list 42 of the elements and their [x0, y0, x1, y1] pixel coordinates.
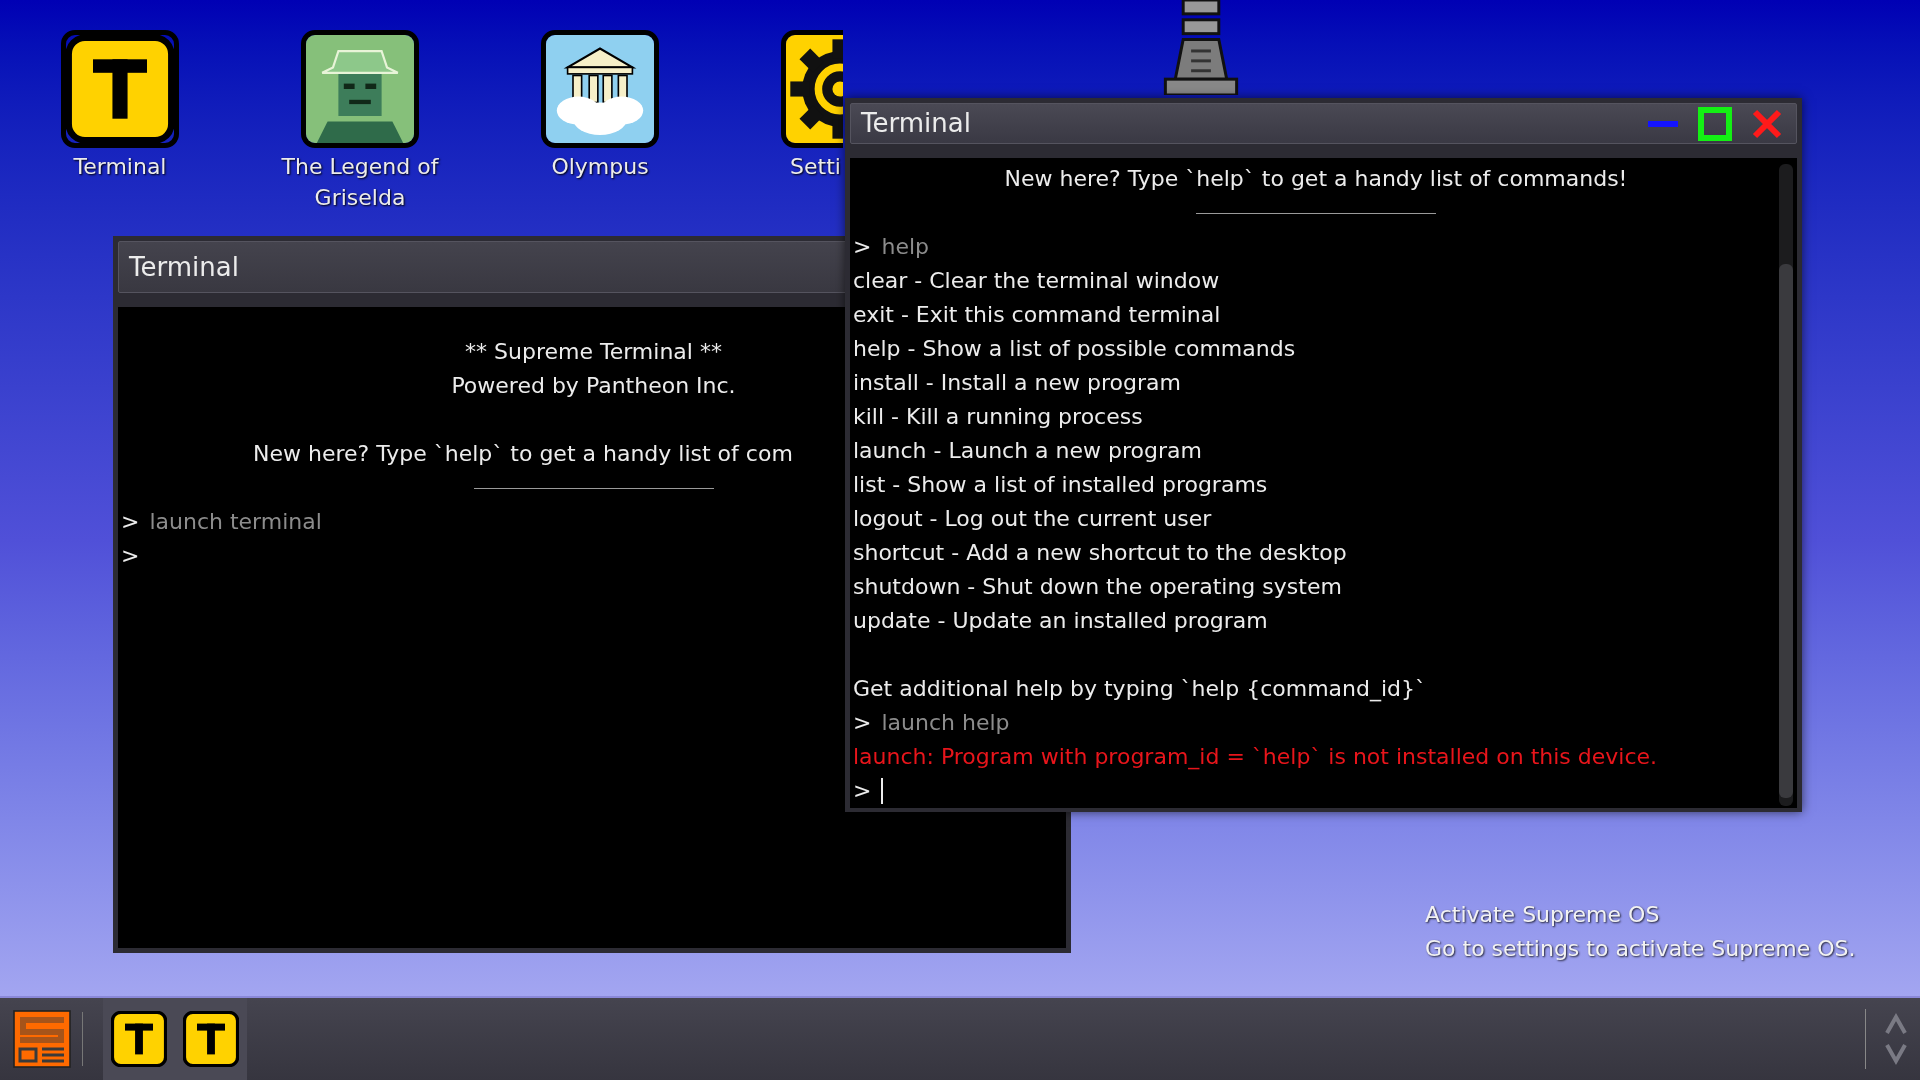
- window-title: Terminal: [861, 107, 971, 140]
- terminal-text: ** Supreme Terminal **: [465, 338, 722, 366]
- terminal-text: help - Show a list of possible commands: [853, 335, 1297, 363]
- desktop-icon-label[interactable]: Setti: [720, 151, 841, 182]
- command-text: launch help: [881, 709, 1010, 737]
- prompt-symbol: >: [853, 233, 872, 261]
- desktop-icon-label[interactable]: Olympus: [500, 151, 700, 182]
- activation-notice-text: Go to settings to activate Supreme OS.: [1425, 935, 1856, 963]
- terminal-text: exit - Exit this command terminal: [853, 301, 1222, 329]
- os-logo-icon[interactable]: [12, 1009, 72, 1069]
- terminal-text: logout - Log out the current user: [853, 505, 1213, 533]
- terminal-text: Get additional help by typing `help {command_id}`: [853, 675, 1428, 704]
- terminal-text: update - Update an installed program: [853, 607, 1269, 635]
- terminal-text: list - Show a list of installed programs: [853, 471, 1269, 499]
- terminal-text: launch - Launch a new program: [853, 437, 1203, 465]
- error-message: launch: Program with program_id = `help` is not installed on this device.: [853, 743, 1659, 772]
- terminal-text: install - Install a new program: [853, 369, 1182, 397]
- terminal-text: kill - Kill a running process: [853, 403, 1144, 431]
- prompt-symbol: >: [121, 508, 140, 536]
- terminal-text: clear - Clear the terminal window: [853, 267, 1221, 295]
- terminal-text: shortcut - Add a new shortcut to the desktop: [853, 539, 1348, 567]
- terminal-text: New here? Type `help` to get a handy list of commands!: [1004, 165, 1628, 193]
- prompt-symbol: >: [853, 777, 872, 805]
- terminal-text: Powered by Pantheon Inc.: [451, 372, 736, 400]
- maximize-button[interactable]: [1698, 106, 1732, 141]
- prompt-symbol: >: [121, 542, 140, 570]
- command-text: launch terminal: [149, 508, 322, 536]
- terminal-icon[interactable]: [111, 1011, 167, 1067]
- terminal-text: shutdown - Shut down the operating system: [853, 573, 1343, 601]
- command-text: help: [881, 233, 929, 261]
- prompt-symbol: >: [853, 709, 872, 737]
- scroll-arrows-icon[interactable]: [1884, 1011, 1908, 1067]
- desktop-icon-label[interactable]: The Legend of Griselda: [260, 151, 460, 213]
- activation-notice-text: Activate Supreme OS: [1425, 901, 1661, 929]
- temple-on-cloud-icon[interactable]: [541, 30, 659, 148]
- scrollbar[interactable]: [1779, 164, 1793, 806]
- game-character-icon[interactable]: [301, 30, 419, 148]
- terminal-icon[interactable]: [183, 1011, 239, 1067]
- desktop-icon-label[interactable]: Terminal: [20, 151, 220, 182]
- terminal-text: New here? Type `help` to get a handy list of com: [253, 440, 793, 468]
- text-cursor[interactable]: [881, 778, 884, 804]
- window-title: Terminal: [129, 250, 239, 284]
